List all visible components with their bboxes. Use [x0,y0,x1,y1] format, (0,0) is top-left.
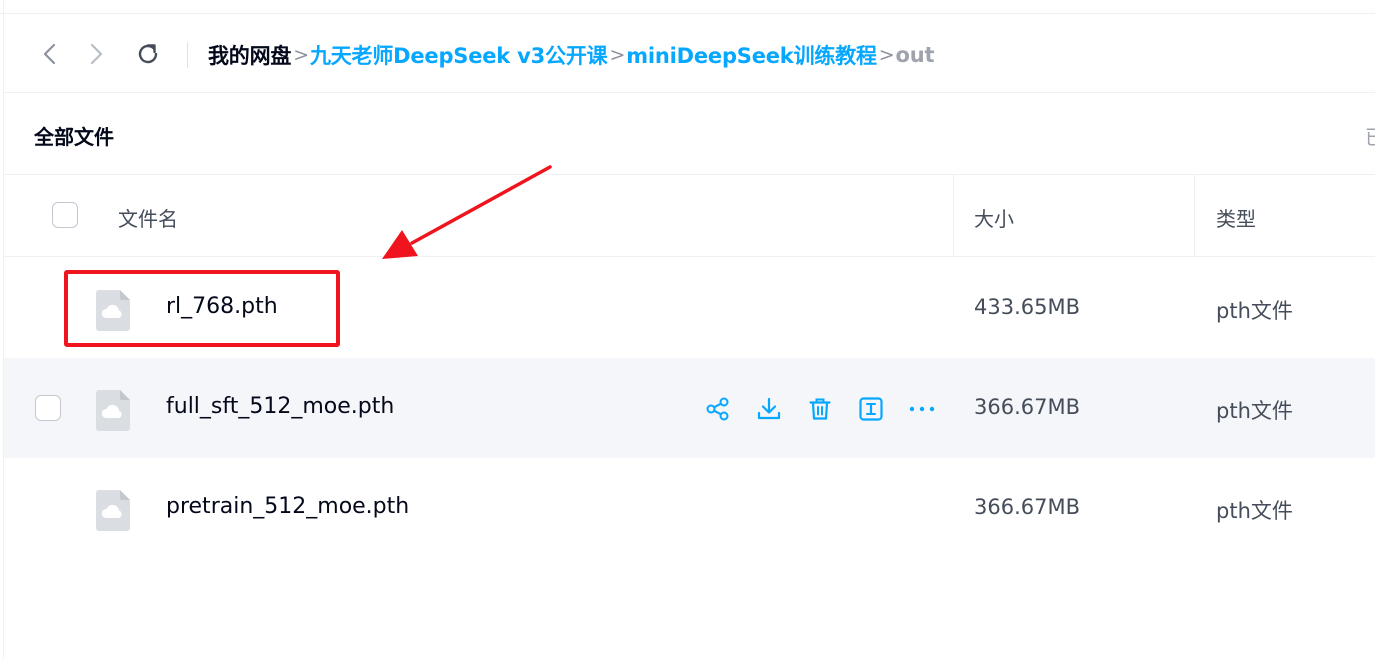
delete-button[interactable] [806,395,834,423]
breadcrumb-root[interactable]: 我的网盘 [208,40,291,70]
trash-icon [809,398,831,420]
breadcrumb: 我的网盘 > 九天老师DeepSeek v3公开课 > miniDeepSeek… [208,40,935,70]
download-button[interactable] [755,395,783,423]
file-type: pth文件 [1216,499,1293,523]
file-size: 366.67MB [974,495,1081,519]
chevron-left-icon [43,43,56,65]
breadcrumb-current: out [895,43,935,67]
breadcrumb-separator: > [878,44,895,66]
more-button[interactable] [908,395,936,423]
download-icon [757,397,781,420]
file-cloud-icon [94,488,132,536]
share-button[interactable] [704,395,732,423]
file-name[interactable]: pretrain_512_moe.pth [166,494,409,519]
file-name[interactable]: full_sft_512_moe.pth [166,394,394,419]
refresh-button[interactable] [134,40,162,68]
forward-button[interactable] [82,40,110,68]
more-icon [909,406,935,412]
table-header: 文件名 大小 类型 [4,175,1375,257]
column-divider [953,175,954,257]
column-header-name[interactable]: 文件名 [118,203,178,232]
file-size: 433.65MB [974,295,1081,319]
column-header-type[interactable]: 类型 [1216,203,1256,232]
navigation-bar: 我的网盘 > 九天老师DeepSeek v3公开课 > miniDeepSeek… [4,14,1375,93]
column-header-size[interactable]: 大小 [974,203,1014,232]
breadcrumb-item-course[interactable]: 九天老师DeepSeek v3公开课 [310,40,608,70]
page-title: 全部文件 [34,125,114,149]
section-right-text: 已 [1365,121,1375,150]
refresh-icon [138,44,158,64]
rename-button[interactable] [857,395,885,423]
share-icon [706,397,729,421]
row-checkbox[interactable] [35,395,61,421]
back-button[interactable] [36,40,64,68]
file-size: 366.67MB [974,395,1081,419]
file-type: pth文件 [1216,299,1293,323]
table-row[interactable]: pretrain_512_moe.pth 366.67MB pth文件 [4,458,1375,558]
rename-icon [859,397,883,421]
file-cloud-icon [94,288,132,336]
breadcrumb-item-tutorial[interactable]: miniDeepSeek训练教程 [626,40,877,70]
file-name[interactable]: rl_768.pth [166,294,278,319]
row-actions [704,394,936,424]
file-browser-page: 我的网盘 > 九天老师DeepSeek v3公开课 > miniDeepSeek… [0,0,1375,659]
section-header: 全部文件 已 [4,93,1375,175]
breadcrumb-separator: > [609,44,626,66]
table-row[interactable]: rl_768.pth 433.65MB pth文件 [4,258,1375,358]
file-cloud-icon [94,388,132,436]
column-divider [1194,175,1195,257]
breadcrumb-separator: > [293,44,309,66]
nav-divider [187,42,188,68]
table-row[interactable]: full_sft_512_moe.pth 366.67MB pth文件 [4,358,1375,458]
select-all-checkbox[interactable] [52,202,78,228]
chevron-right-icon [90,43,103,65]
file-type: pth文件 [1216,399,1293,423]
